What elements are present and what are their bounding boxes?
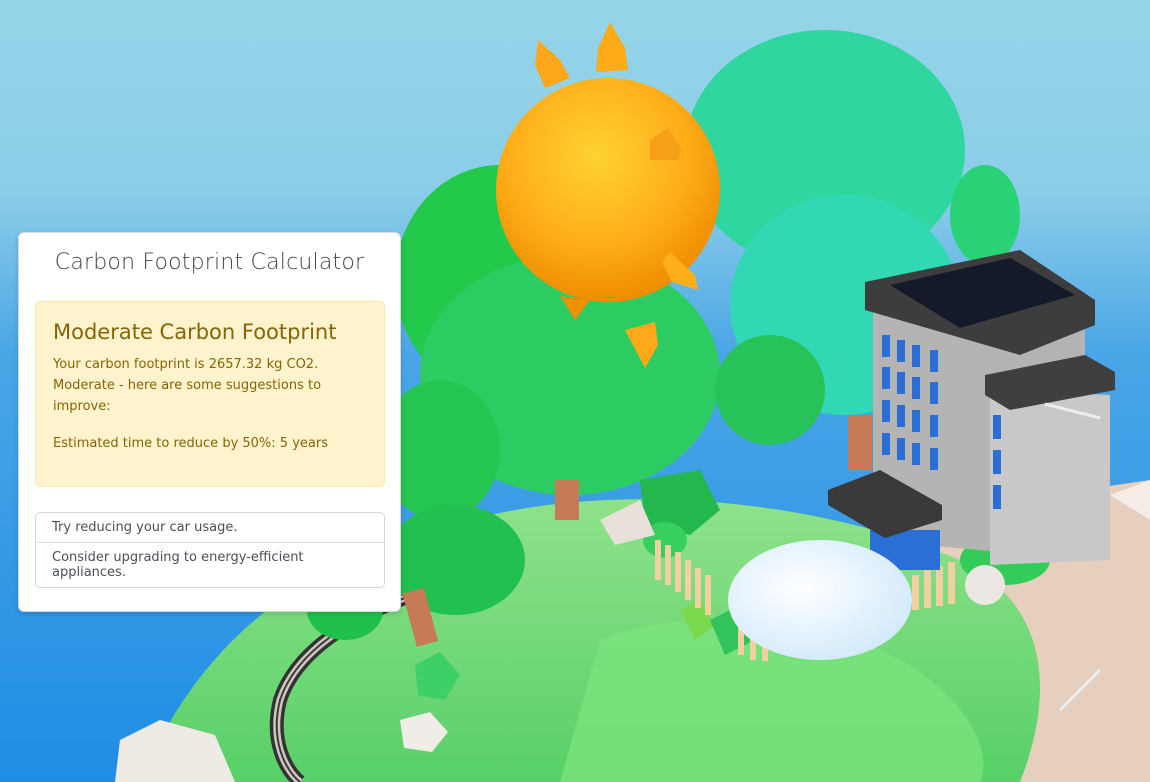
calculator-panel: Carbon Footprint Calculator Moderate Car… <box>18 232 401 612</box>
estimate-text: Estimated time to reduce by 50%: 5 years <box>53 436 328 451</box>
list-item[interactable]: Consider upgrading to energy-efficient a… <box>36 542 384 587</box>
footprint-text: Your carbon footprint is 2657.32 kg CO2. <box>53 357 319 372</box>
page-title: Carbon Footprint Calculator <box>54 250 365 275</box>
result-heading: Moderate Carbon Footprint <box>53 320 337 344</box>
cloud <box>728 540 912 660</box>
result-alert: Moderate Carbon Footprint Your carbon fo… <box>35 301 385 487</box>
category-text: Moderate - here are some suggestions to … <box>53 378 322 414</box>
list-item[interactable]: Try reducing your car usage. <box>36 513 384 542</box>
suggestion-list: Try reducing your car usage. Consider up… <box>35 512 385 588</box>
